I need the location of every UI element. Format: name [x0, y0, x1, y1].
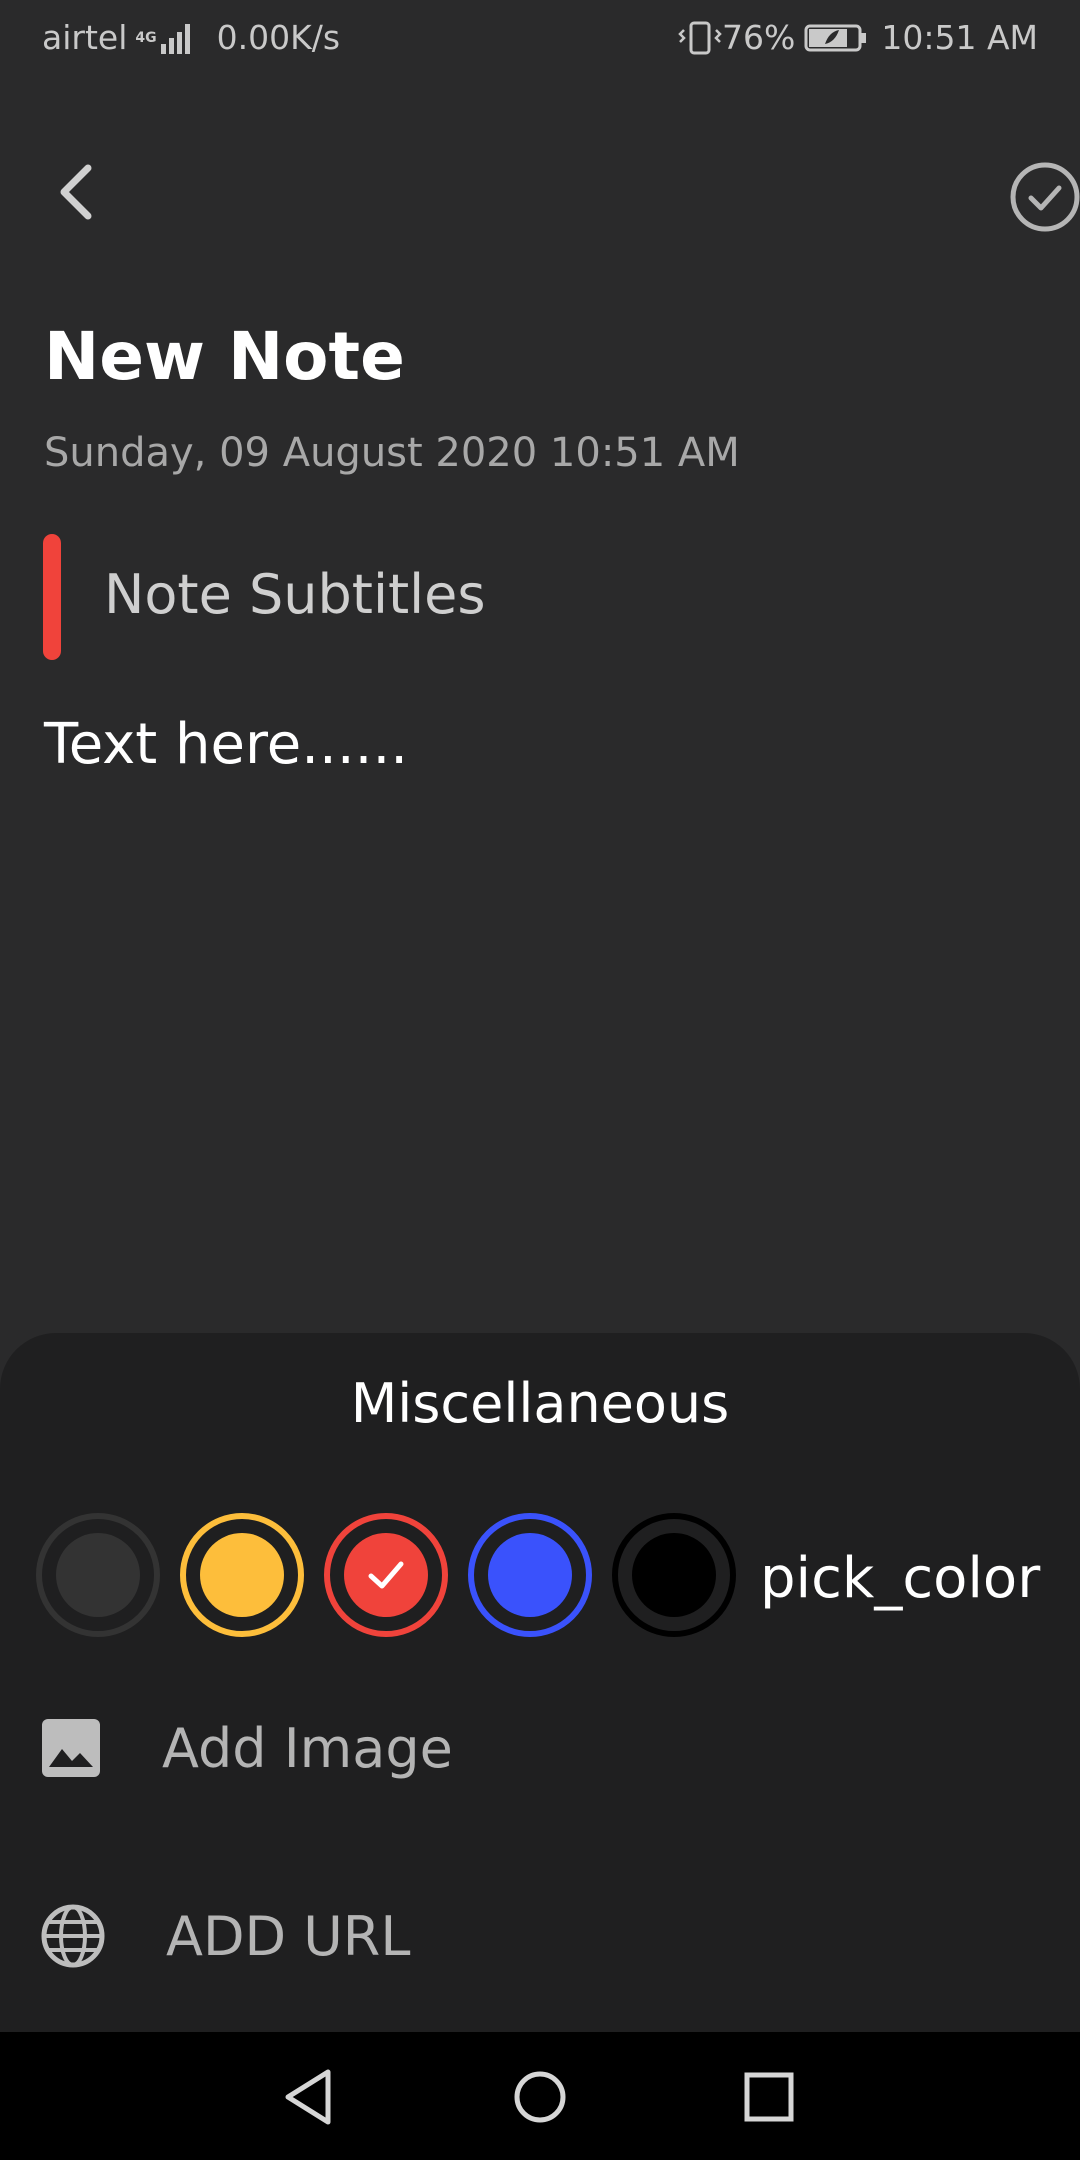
nav-home-button[interactable]: [505, 2062, 575, 2132]
note-title-input[interactable]: New Note: [44, 318, 405, 395]
square-recents-icon: [744, 2072, 794, 2122]
add-url-button[interactable]: ADD URL: [40, 1896, 410, 1976]
vibrate-icon: [678, 21, 722, 54]
subtitle-color-indicator: [43, 534, 61, 660]
back-button[interactable]: [42, 160, 106, 224]
image-icon: [42, 1719, 100, 1777]
globe-icon: [41, 1904, 105, 1968]
check-circle-icon: [1010, 162, 1080, 232]
status-bar: airtel 4G 0.00K/s 76% 10:51 AM: [0, 0, 1080, 76]
network-speed: 0.00K/s: [216, 18, 341, 57]
note-subtitle-input[interactable]: Note Subtitles: [104, 563, 485, 626]
nav-recents-button[interactable]: [734, 2062, 804, 2132]
note-body-input[interactable]: Text here......: [44, 712, 408, 777]
system-nav-bar: [0, 2032, 1080, 2160]
note-editor-screen: airtel 4G 0.00K/s 76% 10:51 AM New Note …: [0, 0, 1080, 2160]
color-swatch-red[interactable]: [324, 1513, 448, 1637]
clock: 10:51 AM: [881, 18, 1038, 57]
add-url-label: ADD URL: [166, 1904, 411, 1968]
miscellaneous-title[interactable]: Miscellaneous: [0, 1372, 1080, 1435]
network-type: 4G: [135, 29, 157, 46]
save-note-button[interactable]: [1008, 160, 1080, 234]
add-image-button[interactable]: Add Image: [40, 1708, 453, 1788]
color-swatch-blue[interactable]: [468, 1513, 592, 1637]
triangle-back-icon: [285, 2069, 331, 2125]
add-image-label: Add Image: [162, 1716, 453, 1780]
signal-icon: [160, 23, 190, 54]
carrier-name: airtel: [42, 18, 128, 57]
color-swatch-yellow[interactable]: [180, 1513, 304, 1637]
battery-icon: [804, 24, 867, 51]
battery-percent: 76%: [722, 18, 796, 57]
note-datetime: Sunday, 09 August 2020 10:51 AM: [44, 430, 740, 476]
selected-check-icon: [368, 1561, 404, 1589]
circle-home-icon: [514, 2071, 566, 2123]
pick-color-label[interactable]: pick_color: [760, 1546, 1040, 1611]
color-swatch-default[interactable]: [36, 1513, 160, 1637]
color-swatch-black[interactable]: [612, 1513, 736, 1637]
nav-back-button[interactable]: [274, 2062, 344, 2132]
back-arrow-icon: [60, 164, 92, 220]
